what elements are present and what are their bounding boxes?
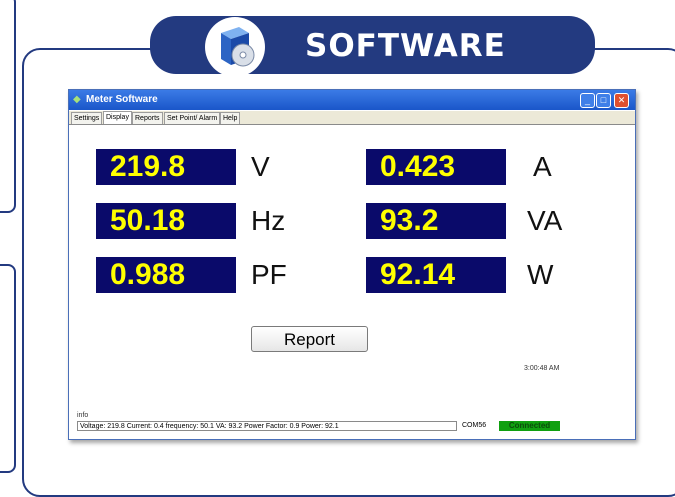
maximize-button[interactable]: □ xyxy=(596,93,611,108)
display-panel: 219.8 V 0.423 A 50.18 Hz 93.2 VA 0.988 P… xyxy=(69,125,635,412)
tab-help[interactable]: Help xyxy=(220,112,241,124)
current-unit: A xyxy=(533,151,552,182)
minimize-button[interactable]: _ xyxy=(580,93,595,108)
clock-time: 3:00:48 AM xyxy=(524,365,560,372)
power-factor-unit: PF xyxy=(251,259,287,290)
banner-title: SOFTWARE xyxy=(305,28,506,64)
tab-display[interactable]: Display xyxy=(103,111,132,124)
power-factor-value: 0.988 xyxy=(96,257,236,293)
title-bar[interactable]: ◆ Meter Software _ □ ✕ xyxy=(69,90,635,110)
voltage-unit: V xyxy=(251,151,270,182)
report-button[interactable]: Report xyxy=(251,326,368,352)
tab-reports[interactable]: Reports xyxy=(132,112,163,124)
power-unit: W xyxy=(527,259,554,290)
tab-bar: Settings Display Reports Set Point/ Alar… xyxy=(69,111,635,125)
voltage-value: 219.8 xyxy=(96,149,236,185)
app-icon: ◆ xyxy=(73,94,81,105)
left-side-panel-bottom xyxy=(0,264,16,473)
tab-settings[interactable]: Settings xyxy=(71,112,103,124)
current-value: 0.423 xyxy=(366,149,506,185)
connection-status-badge: Connected xyxy=(499,421,560,431)
info-label: info xyxy=(77,412,89,419)
window-title: Meter Software xyxy=(86,94,158,105)
software-box-icon xyxy=(221,27,255,67)
left-side-panel-top xyxy=(0,0,16,213)
meter-software-window: ◆ Meter Software _ □ ✕ Settings Display … xyxy=(68,89,636,440)
apparent-power-unit: VA xyxy=(527,205,563,236)
close-button[interactable]: ✕ xyxy=(614,93,629,108)
power-value: 92.14 xyxy=(366,257,506,293)
frequency-unit: Hz xyxy=(251,205,286,236)
tab-set-point-alarm[interactable]: Set Point/ Alarm xyxy=(164,112,221,124)
frequency-value: 50.18 xyxy=(96,203,236,239)
info-status-field: Voltage: 219.8 Current: 0.4 frequency: 5… xyxy=(77,421,457,431)
apparent-power-value: 93.2 xyxy=(366,203,506,239)
com-port-label: COM56 xyxy=(462,422,487,429)
